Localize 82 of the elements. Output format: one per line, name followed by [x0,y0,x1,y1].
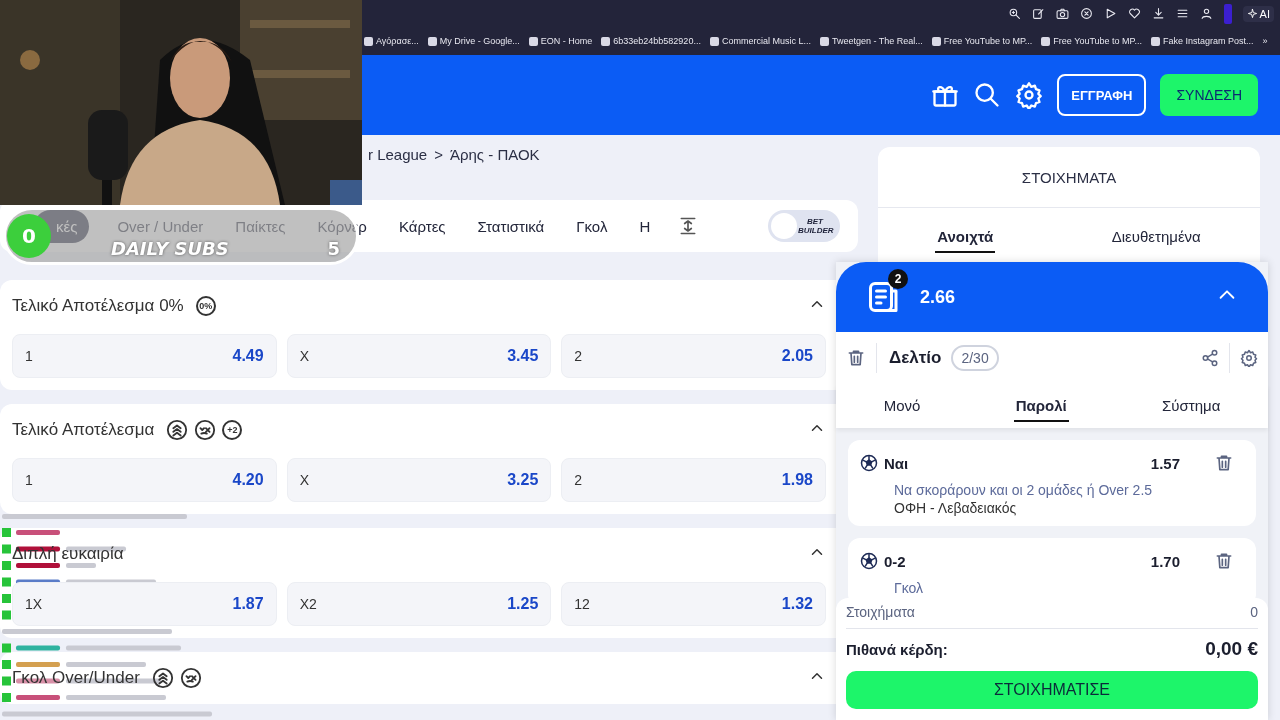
selection-odds: 1.70 [1150,552,1180,570]
soccer-ball-icon [860,552,878,570]
market-title: Γκολ Over/Under [12,668,140,688]
breadcrumb-link[interactable]: Άρης - ΠΑΟΚ [450,145,540,163]
selection-odds: 1.57 [1150,454,1180,472]
bets-tab[interactable]: Ανοιχτά [935,221,996,253]
stakes-value: 0 [1250,604,1258,620]
soccer-ball-icon [860,454,878,472]
bookmark[interactable]: Tweetgen - The Real... [819,36,923,46]
login-button[interactable]: ΣΥΝΔΕΣΗ [1160,74,1258,116]
winnings-value: 0,00 € [1205,638,1258,660]
trash-icon [846,348,866,368]
selection-match: ΟΦΗ - Λεβαδειακός [894,500,1018,516]
breadcrumb-separator: > [434,145,443,163]
settings-icon [1240,349,1258,367]
chevrons-up-icon [166,419,189,441]
odds-button[interactable]: 2 1.98 [561,458,826,502]
breadcrumb-link[interactable]: r League [368,145,428,163]
bet-type-tab[interactable]: Παρολί [1013,390,1069,422]
market-title: Τελικό Αποτέλεσμα [12,420,155,440]
bet-builder-toggle[interactable]: BET BUILDER [768,210,840,242]
selection-pick: Ναι [884,454,909,472]
betslip-title: Δελτίο [889,348,942,368]
odds-button[interactable]: 12 1.32 [561,582,826,626]
bet-type-tab[interactable]: Μονό [881,390,923,422]
selection-market: Να σκοράρουν και οι 2 ομάδες ή Over 2.5 [894,482,1154,498]
edit-icon [1031,7,1045,20]
market-tab[interactable]: Η [635,209,655,243]
market-tab[interactable]: Γκολ [572,209,612,243]
trash-icon [1214,551,1234,571]
winnings-label: Πιθανά κέρδη: [846,640,948,658]
odds-button[interactable]: X 3.45 [286,334,552,378]
register-button[interactable]: ΕΓΓΡΑΦΗ [1057,74,1147,116]
zoom-icon [1007,7,1021,20]
ai-button[interactable]: AI [1242,5,1274,22]
bookmark[interactable]: My Drive - Google... [427,36,520,46]
bookmark[interactable]: Free YouTube to MP... [931,36,1033,46]
market-badge: 0% [195,296,216,316]
heart-icon [1127,7,1141,20]
camera-icon [1055,7,1069,20]
bookmark[interactable]: Commercial Music L... [709,36,811,46]
bookmark[interactable]: 6b33eb24bb582920... [601,36,701,46]
market-badge: +2 [222,420,243,440]
selection-pick: 0-2 [884,552,906,570]
bookmark[interactable]: Αγόρασε... [364,36,419,46]
bookmark[interactable]: Free YouTube to MP... [1041,36,1142,46]
market-tab[interactable]: Στατιστικά [473,209,549,243]
chevrons-up-icon [151,667,174,689]
odds-button[interactable]: 1 4.49 [12,334,277,378]
odds-button[interactable]: 1X 1.87 [12,582,277,626]
share-icon [1201,349,1219,367]
profile-icon [1199,7,1213,20]
bookmark[interactable]: Fake Instagram Post... [1150,36,1254,46]
bookmark[interactable]: EON - Home [528,36,593,46]
panel-title: ΣΤΟΙΧΗΜΑΤΑ [1021,168,1117,186]
odds-button[interactable]: X 3.25 [286,458,552,502]
capacity-badge: 2/30 [951,345,999,371]
stakes-label: Στοιχήματα [846,604,915,620]
download-icon [1151,7,1165,20]
place-bet-button[interactable]: ΣΤΟΙΧΗΜΑΤΙΣΕ [846,671,1258,709]
subs-target: 5 [327,238,340,259]
odds-button[interactable]: 1 4.20 [12,458,277,502]
search-icon [973,81,1002,109]
market-tab[interactable]: Κάρτες [394,209,450,243]
settings-icon [1015,81,1044,109]
trash-icon [1214,453,1234,473]
betslip-header[interactable]: 2 2.66 [836,262,1268,332]
total-odds: 2.66 [920,286,956,308]
odds-button[interactable]: 2 2.05 [561,334,826,378]
circle-cross-icon [194,419,217,441]
bets-tab[interactable]: Διευθετημένα [1109,221,1203,253]
close-icon [1079,7,1093,20]
selection-market: Γκολ [894,580,925,596]
market-title: Τελικό Αποτέλεσμα 0% [12,296,184,316]
sparkle-icon [1246,8,1258,19]
selection-count: 2 [888,269,908,289]
subs-count: 0 [7,214,51,258]
more-bookmarks[interactable]: » [1262,36,1268,46]
circle-cross-icon [179,667,202,689]
odds-button[interactable]: X2 1.25 [286,582,552,626]
menu-icon [1175,7,1189,20]
bet-type-tab[interactable]: Σύστημα [1160,390,1223,422]
